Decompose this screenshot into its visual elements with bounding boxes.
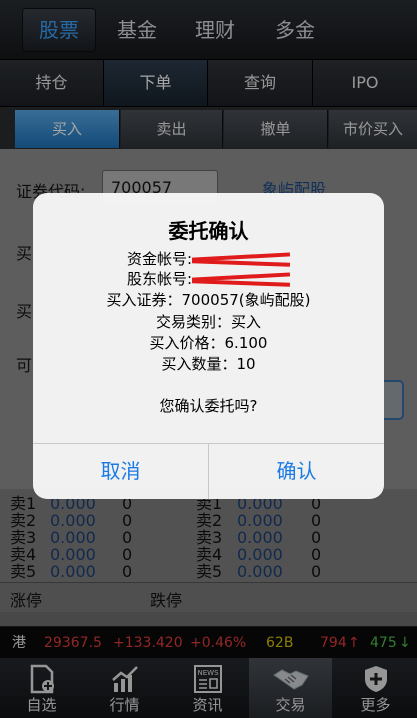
holder-account-label: 股东帐号: (126, 270, 193, 288)
buy-qty-line: 买入数量：10 (161, 355, 256, 373)
redacted-fund-account (192, 253, 290, 267)
order-confirm-dialog: 委托确认 资金帐号: 股东帐号: 买入证券：700057(象屿配股) 交易类别：… (33, 193, 384, 499)
buy-price-line: 买入价格：6.100 (149, 334, 268, 352)
fund-account-line: 资金帐号: (33, 249, 384, 269)
confirm-button[interactable]: 确认 (209, 444, 384, 499)
fund-account-label: 资金帐号: (126, 250, 193, 268)
holder-account-line: 股东帐号: (33, 269, 384, 289)
cancel-button[interactable]: 取消 (33, 444, 208, 499)
redacted-holder-account (192, 273, 290, 287)
buy-security-line: 买入证券：700057(象屿配股) (106, 291, 311, 309)
dialog-title: 委托确认 (168, 219, 249, 243)
confirm-question: 您确认委托吗? (159, 397, 258, 415)
trade-type-line: 交易类别：买入 (155, 313, 261, 331)
